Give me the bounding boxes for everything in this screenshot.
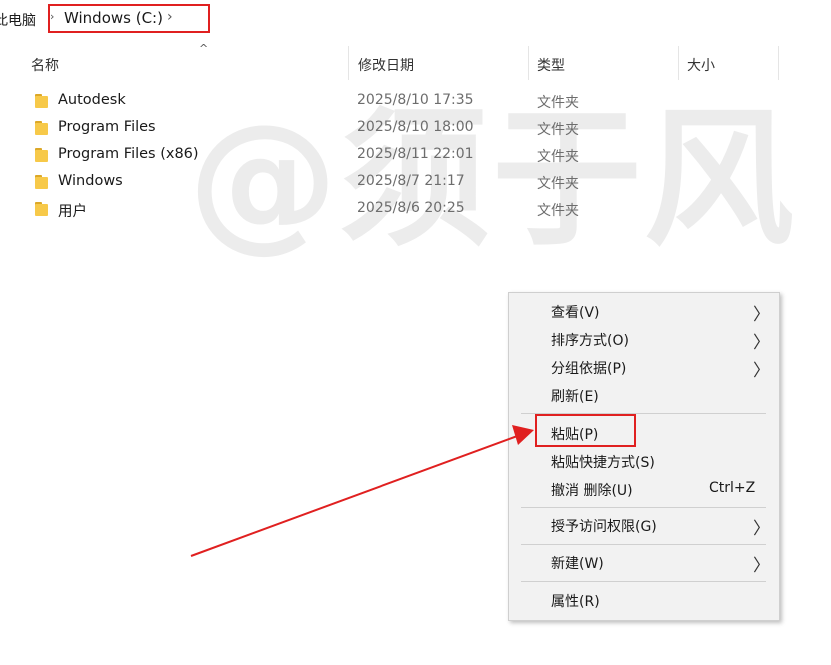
annotation-highlight-box: [535, 414, 636, 447]
file-name: Program Files (x86): [58, 146, 199, 162]
menu-item-paste-shortcut[interactable]: 粘贴快捷方式(S): [509, 448, 779, 476]
menu-item-shortcut: Ctrl+Z: [709, 480, 756, 496]
column-divider[interactable]: [678, 46, 679, 80]
menu-item-new[interactable]: 新建(W) 〉: [509, 549, 779, 577]
column-header-date[interactable]: 修改日期: [358, 55, 414, 75]
file-type: 文件夹: [537, 176, 579, 192]
file-date: 2025/8/10 18:00: [357, 119, 474, 135]
chevron-right-icon: 〉: [753, 361, 770, 381]
context-menu: 查看(V) 〉 排序方式(O) 〉 分组依据(P) 〉 刷新(E) 粘贴(P) …: [508, 292, 780, 621]
file-row[interactable]: 用户 2025/8/6 20:25 文件夹: [30, 196, 770, 223]
chevron-right-icon: 〉: [753, 305, 770, 325]
file-date: 2025/8/10 17:35: [357, 92, 474, 108]
menu-item-label: 粘贴快捷方式(S): [551, 455, 655, 471]
menu-item-label: 撤消 删除(U): [551, 483, 633, 499]
menu-item-label: 排序方式(O): [551, 333, 629, 349]
column-divider[interactable]: [778, 46, 779, 80]
file-name: Windows: [58, 173, 123, 189]
breadcrumb-this-pc[interactable]: 此电脑: [0, 10, 36, 30]
menu-item-refresh[interactable]: 刷新(E): [509, 382, 779, 410]
menu-item-label: 刷新(E): [551, 389, 599, 405]
annotation-arrow-line: [190, 434, 521, 557]
file-name: Autodesk: [58, 92, 126, 108]
file-type: 文件夹: [537, 122, 579, 138]
file-row[interactable]: Program Files 2025/8/10 18:00 文件夹: [30, 115, 770, 142]
file-type: 文件夹: [537, 95, 579, 111]
menu-item-properties[interactable]: 属性(R): [509, 587, 779, 615]
chevron-right-icon: 〉: [753, 556, 770, 576]
menu-item-label: 属性(R): [551, 594, 600, 610]
file-name: Program Files: [58, 119, 156, 135]
folder-icon: [35, 94, 48, 108]
file-type: 文件夹: [537, 203, 579, 219]
file-date: 2025/8/6 20:25: [357, 200, 465, 216]
file-row[interactable]: Autodesk 2025/8/10 17:35 文件夹: [30, 88, 770, 115]
menu-separator: [521, 507, 766, 508]
file-date: 2025/8/7 21:17: [357, 173, 465, 189]
sort-ascending-icon: ^: [199, 42, 209, 55]
column-divider[interactable]: [348, 46, 349, 80]
address-bar[interactable]: 此电脑 › Windows (C:) ›: [0, 0, 831, 40]
file-type: 文件夹: [537, 149, 579, 165]
file-row[interactable]: Program Files (x86) 2025/8/11 22:01 文件夹: [30, 142, 770, 169]
menu-item-label: 新建(W): [551, 556, 604, 572]
folder-icon: [35, 175, 48, 189]
menu-item-give-access[interactable]: 授予访问权限(G) 〉: [509, 512, 779, 540]
column-header: ^ 名称 修改日期 类型 大小: [20, 42, 831, 80]
file-row[interactable]: Windows 2025/8/7 21:17 文件夹: [30, 169, 770, 196]
chevron-right-icon: 〉: [753, 519, 770, 539]
column-header-size[interactable]: 大小: [687, 55, 715, 75]
menu-item-group-by[interactable]: 分组依据(P) 〉: [509, 354, 779, 382]
menu-separator: [521, 581, 766, 582]
menu-item-view[interactable]: 查看(V) 〉: [509, 298, 779, 326]
menu-item-sort-by[interactable]: 排序方式(O) 〉: [509, 326, 779, 354]
folder-icon: [35, 148, 48, 162]
menu-item-label: 查看(V): [551, 305, 600, 321]
column-header-type[interactable]: 类型: [537, 55, 565, 75]
menu-item-label: 分组依据(P): [551, 361, 627, 377]
annotation-highlight-box: [48, 4, 210, 33]
chevron-right-icon: 〉: [753, 333, 770, 353]
menu-item-undo-delete[interactable]: 撤消 删除(U) Ctrl+Z: [509, 476, 779, 504]
menu-separator: [521, 544, 766, 545]
folder-icon: [35, 202, 48, 216]
folder-icon: [35, 121, 48, 135]
column-divider[interactable]: [528, 46, 529, 80]
column-header-name[interactable]: 名称: [31, 55, 59, 75]
file-name: 用户: [58, 204, 87, 220]
file-date: 2025/8/11 22:01: [357, 146, 474, 162]
menu-item-label: 授予访问权限(G): [551, 519, 657, 535]
